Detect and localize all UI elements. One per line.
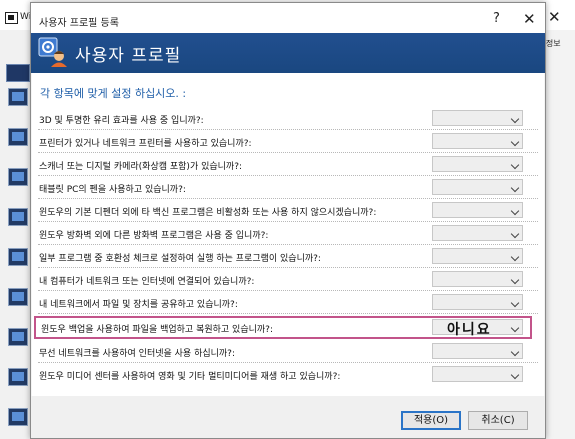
answer-value: 아니요 [447, 322, 492, 338]
answer-dropdown[interactable] [432, 110, 523, 126]
question-row: 프린터가 있거나 네트워크 프린터를 사용하고 있습니까?: [32, 130, 544, 153]
dialog-footer: 적용(O) 취소(C) [31, 396, 545, 438]
monitor-icon[interactable] [8, 208, 28, 226]
monitor-icon[interactable] [8, 88, 28, 106]
question-row: 스캐너 또는 디지털 카메라(화상캠 포함)가 있습니까?: [32, 153, 544, 176]
question-row: 내 네트워크에서 파일 및 장치를 공유하고 있습니까?: [32, 291, 544, 314]
answer-dropdown[interactable] [432, 271, 523, 287]
question-label: 프린터가 있거나 네트워크 프린터를 사용하고 있습니까?: [39, 139, 252, 149]
monitor-icon[interactable] [8, 368, 28, 386]
question-label: 3D 및 투명한 유리 효과를 사용 중 입니까?: [39, 116, 204, 126]
chevron-down-icon [510, 206, 520, 216]
chevron-down-icon [510, 275, 520, 285]
help-button[interactable]: ? [493, 11, 500, 26]
chevron-down-icon [510, 252, 520, 262]
dialog-titlebar: 사용자 프로필 등록 ? ✕ [31, 3, 545, 33]
monitor-icon[interactable] [8, 248, 28, 266]
dialog-title: 사용자 프로필 등록 [39, 18, 119, 29]
dialog-banner: 사용자 프로필 [31, 33, 545, 73]
cancel-button[interactable]: 취소(C) [468, 411, 528, 430]
question-row: 윈도우 방화벽 외에 다른 방화벽 프로그램은 사용 중 입니까?: [32, 222, 544, 245]
banner-title: 사용자 프로필 [75, 46, 182, 66]
question-row: 윈도우 미디어 센터를 사용하여 영화 및 기타 멀티미디어를 재생 하고 있습… [32, 363, 544, 386]
user-profile-dialog: 사용자 프로필 등록 ? ✕ 사용자 프로필 각 항목에 맞게 설정 하십시오.… [30, 2, 546, 439]
chevron-down-icon [510, 160, 520, 170]
answer-dropdown[interactable] [432, 343, 523, 359]
question-row-highlighted: 윈도우 백업을 사용하여 파일을 백업하고 복원하고 있습니까?: 아니요 [34, 316, 532, 339]
monitor-icon[interactable] [8, 128, 28, 146]
app-icon [5, 12, 18, 24]
monitor-icon[interactable] [8, 168, 28, 186]
answer-dropdown[interactable] [432, 133, 523, 149]
chevron-down-icon [510, 370, 520, 380]
background-sidebar [0, 30, 30, 439]
chevron-down-icon [510, 229, 520, 239]
monitor-icon[interactable] [8, 288, 28, 306]
question-row: 윈도우의 기본 디펜더 외에 타 백신 프로그램은 비활성화 또는 사용 하지 … [32, 199, 544, 222]
question-label: 무선 네트워크를 사용하여 인터넷을 사용 하십니까?: [39, 349, 235, 359]
monitor-icon[interactable] [8, 408, 28, 426]
question-row: 내 컴퓨터가 네트워크 또는 인터넷에 연결되어 있습니까?: [32, 268, 544, 291]
monitor-icon[interactable] [8, 328, 28, 346]
answer-dropdown[interactable] [432, 248, 523, 264]
chevron-down-icon [510, 137, 520, 147]
answer-dropdown[interactable]: 아니요 [432, 319, 523, 338]
chevron-down-icon [510, 183, 520, 193]
answer-dropdown[interactable] [432, 179, 523, 195]
question-label: 태블릿 PC의 펜을 사용하고 있습니까?: [39, 185, 186, 195]
close-button[interactable]: ✕ [523, 10, 536, 28]
answer-dropdown[interactable] [432, 202, 523, 218]
apply-button[interactable]: 적용(O) [401, 411, 461, 430]
question-label: 내 컴퓨터가 네트워크 또는 인터넷에 연결되어 있습니까?: [39, 277, 255, 287]
question-label: 윈도우 백업을 사용하여 파일을 백업하고 복원하고 있습니까?: [41, 325, 273, 335]
answer-dropdown[interactable] [432, 366, 523, 382]
question-label: 윈도우의 기본 디펜더 외에 타 백신 프로그램은 비활성화 또는 사용 하지 … [39, 208, 377, 218]
question-row: 태블릿 PC의 펜을 사용하고 있습니까?: [32, 176, 544, 199]
chevron-down-icon [510, 114, 520, 124]
row-divider [38, 313, 538, 314]
question-row: 3D 및 투명한 유리 효과를 사용 중 입니까?: [32, 107, 544, 130]
background-close-icon[interactable]: ✕ [548, 8, 561, 26]
answer-dropdown[interactable] [432, 225, 523, 241]
answer-dropdown[interactable] [432, 156, 523, 172]
question-row: 무선 네트워크를 사용하여 인터넷을 사용 하십니까?: [32, 340, 544, 363]
answer-dropdown[interactable] [432, 294, 523, 310]
user-profile-gear-icon [38, 37, 67, 67]
chevron-down-icon [510, 323, 520, 333]
question-label: 스캐너 또는 디지털 카메라(화상캠 포함)가 있습니까?: [39, 162, 243, 172]
instruction-text: 각 항목에 맞게 설정 하십시오. : [40, 87, 187, 100]
questions-panel: 각 항목에 맞게 설정 하십시오. : 3D 및 투명한 유리 효과를 사용 중… [32, 73, 544, 396]
question-label: 윈도우 방화벽 외에 다른 방화벽 프로그램은 사용 중 입니까?: [39, 231, 269, 241]
question-row: 일부 프로그램 중 호환성 체크로 설정하여 실행 하는 프로그램이 있습니까?… [32, 245, 544, 268]
question-label: 내 네트워크에서 파일 및 장치를 공유하고 있습니까?: [39, 300, 238, 310]
question-label: 윈도우 미디어 센터를 사용하여 영화 및 기타 멀티미디어를 재생 하고 있습… [39, 372, 341, 382]
monitor-icon [6, 64, 30, 82]
question-label: 일부 프로그램 중 호환성 체크로 설정하여 실행 하는 프로그램이 있습니까?… [39, 254, 321, 264]
chevron-down-icon [510, 298, 520, 308]
chevron-down-icon [510, 347, 520, 357]
